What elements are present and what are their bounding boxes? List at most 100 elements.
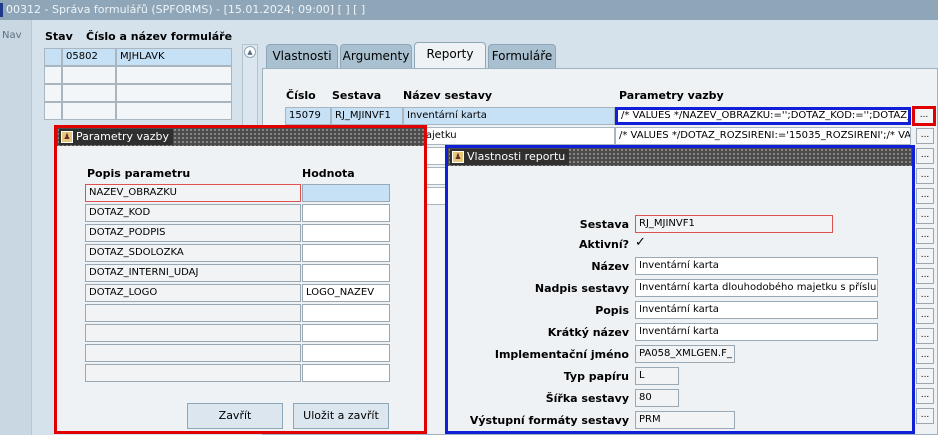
form-row-stav[interactable] [44, 48, 62, 66]
param-popis[interactable] [85, 344, 301, 362]
form-row-empty[interactable] [44, 84, 62, 102]
form-row-cislo[interactable]: 05802 [62, 48, 116, 66]
parametry-dots-button[interactable]: ... [916, 408, 934, 424]
report-row-sestava[interactable]: RJ_MJINVF1 [331, 107, 403, 125]
save-and-close-button[interactable]: Uložit a zavřít [293, 403, 389, 429]
form-row-empty[interactable] [116, 84, 232, 102]
param-popis[interactable]: DOTAZ_PODPIS [85, 224, 301, 242]
label-kratky-nazev: Krátký název [547, 326, 629, 339]
param-popis[interactable] [85, 364, 301, 382]
col-header-popis-parametru: Popis parametru [87, 167, 191, 180]
parametry-dots-button[interactable]: ... [916, 368, 934, 384]
tab-argumenty[interactable]: Argumenty [340, 44, 412, 68]
parametry-dots-button[interactable]: ... [912, 106, 936, 126]
form-row-empty[interactable] [116, 66, 232, 84]
label-popis: Popis [595, 304, 629, 317]
param-hodnota[interactable] [302, 204, 390, 222]
dialog-title: ♟ Vlastnosti reportu [450, 149, 570, 165]
tab-formulare[interactable]: Formuláře [488, 44, 556, 68]
close-button[interactable]: Zavřít [187, 403, 283, 429]
parametry-dots-button[interactable]: ... [916, 288, 934, 304]
tab-vlastnosti[interactable]: Vlastnosti [266, 44, 338, 68]
param-hodnota[interactable] [302, 224, 390, 242]
report-row-nazev[interactable]: Inventární karta [403, 107, 615, 125]
kratky-nazev-field[interactable]: Inventární karta [635, 323, 878, 341]
nav-strip [0, 20, 32, 435]
param-hodnota[interactable] [302, 184, 390, 202]
dialog-titlebar[interactable]: ♟ Parametry vazby [57, 128, 424, 146]
parametry-dots-button[interactable]: ... [916, 128, 934, 144]
form-row-empty[interactable] [62, 66, 116, 84]
param-popis[interactable]: DOTAZ_INTERNI_UDAJ [85, 264, 301, 282]
report-row-cislo[interactable]: 15079 [285, 107, 331, 125]
parametry-dots-button[interactable]: ... [916, 208, 934, 224]
label-nadpis-sestavy: Nadpis sestavy [534, 282, 629, 295]
nazev-field[interactable]: Inventární karta [635, 257, 878, 275]
vystupni-formaty-field[interactable]: PRM [635, 411, 735, 429]
label-aktivni: Aktivní? [578, 238, 629, 251]
label-vystupni-formaty: Výstupní formáty sestavy [469, 414, 629, 427]
popis-field[interactable]: Inventární karta [635, 301, 878, 319]
vlastnosti-reportu-dialog: ♟ Vlastnosti reportu Sestava RJ_MJINVF1 … [445, 145, 915, 434]
typ-papiru-field[interactable]: L [635, 367, 679, 385]
parametry-dots-button[interactable]: ... [916, 248, 934, 264]
label-typ-papiru: Typ papíru [563, 370, 629, 383]
parametry-dots-button[interactable]: ... [916, 228, 934, 244]
aktivni-checkbox[interactable]: ✓ [635, 236, 646, 250]
param-hodnota[interactable]: LOGO_NAZEV [302, 284, 390, 302]
col-header-nazev-formulare: Číslo a název formuláře [86, 30, 233, 43]
param-hodnota[interactable] [302, 364, 390, 382]
param-popis[interactable] [85, 304, 301, 322]
label-sestava: Sestava [579, 218, 629, 231]
parametry-dots-button[interactable]: ... [916, 168, 934, 184]
label-implementacni-jmeno: Implementační jméno [494, 348, 629, 361]
col-header-sestava: Sestava [332, 89, 382, 102]
form-row-empty[interactable] [62, 84, 116, 102]
app-icon: ♟ [452, 151, 464, 163]
col-header-nazev-sestavy: Název sestavy [403, 89, 493, 102]
param-popis[interactable] [85, 324, 301, 342]
dialog-titlebar[interactable]: ♟ Vlastnosti reportu [448, 148, 912, 166]
form-row-empty[interactable] [44, 66, 62, 84]
col-header-cislo: Číslo [286, 89, 316, 102]
parametry-dots-button[interactable]: ... [916, 148, 934, 164]
parametry-vazby-dialog: ♟ Parametry vazby Popis parametru Hodnot… [54, 125, 427, 434]
col-header-hodnota: Hodnota [302, 167, 355, 180]
param-popis[interactable]: DOTAZ_KOD [85, 204, 301, 222]
param-hodnota[interactable] [302, 304, 390, 322]
parametry-dots-button[interactable]: ... [916, 348, 934, 364]
implementacni-jmeno-field[interactable]: PA058_XMLGEN.F_ [635, 345, 735, 363]
parametry-dots-button[interactable]: ... [916, 188, 934, 204]
tab-reporty[interactable]: Reporty [414, 42, 486, 69]
sestava-field[interactable]: RJ_MJINVF1 [635, 215, 833, 233]
form-row-nazev[interactable]: MJHLAVK [116, 48, 232, 66]
param-popis[interactable]: DOTAZ_LOGO [85, 284, 301, 302]
label-sirka-sestavy: Šířka sestavy [545, 392, 629, 405]
col-header-parametry-vazby: Parametry vazby [619, 89, 724, 102]
parametry-dots-button[interactable]: ... [916, 388, 934, 404]
sirka-sestavy-field[interactable]: 80 [635, 389, 679, 407]
parametry-dots-button[interactable]: ... [916, 328, 934, 344]
report-row-parametry[interactable]: /* VALUES */NAZEV_OBRAZKU:='';DOTAZ_KOD:… [615, 107, 911, 125]
form-row-empty[interactable] [44, 102, 62, 120]
report-row-nazev[interactable]: y majetku [403, 127, 615, 145]
form-row-empty[interactable] [116, 102, 232, 120]
param-hodnota[interactable] [302, 264, 390, 282]
param-popis[interactable]: DOTAZ_SDOLOZKA [85, 244, 301, 262]
window-title: 00312 - Správa formulářů (SPFORMS) - [15… [0, 0, 938, 20]
label-nazev: Název [591, 260, 629, 273]
nav-label[interactable]: Nav [2, 30, 22, 41]
app-icon: ♟ [61, 131, 73, 143]
parametry-dots-button[interactable]: ... [916, 268, 934, 284]
parametry-dots-button[interactable]: ... [916, 308, 934, 324]
report-row-parametry[interactable]: /* VALUES */DOTAZ_ROZSIRENI:='15035_ROZS… [615, 127, 911, 145]
form-row-empty[interactable] [62, 102, 116, 120]
scroll-up-icon[interactable]: ▲ [244, 46, 256, 58]
param-hodnota[interactable] [302, 324, 390, 342]
col-header-stav: Stav [45, 30, 73, 43]
nadpis-sestavy-field[interactable]: Inventární karta dlouhodobého majetku s … [635, 279, 878, 297]
param-hodnota[interactable] [302, 244, 390, 262]
param-hodnota[interactable] [302, 344, 390, 362]
param-popis[interactable]: NAZEV_OBRAZKU [85, 184, 301, 202]
dialog-title: ♟ Parametry vazby [59, 129, 173, 145]
